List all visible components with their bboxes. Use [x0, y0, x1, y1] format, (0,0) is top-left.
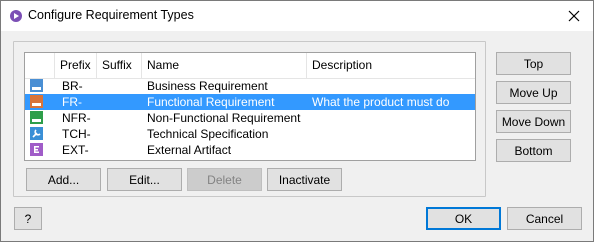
table-row-selected[interactable]: FR- Functional Requirement What the prod…: [25, 94, 475, 110]
external-artifact-icon: [30, 143, 43, 156]
title-bar: Configure Requirement Types: [1, 1, 593, 31]
business-requirement-icon: [30, 79, 43, 92]
row-description: What the product must do: [312, 95, 450, 109]
dialog-title: Configure Requirement Types: [28, 8, 194, 22]
close-icon[interactable]: [561, 3, 587, 29]
move-down-button[interactable]: Move Down: [496, 110, 571, 133]
requirement-types-list[interactable]: Prefix Suffix Name Description BR- Busin…: [24, 52, 476, 161]
add-button[interactable]: Add...: [26, 168, 101, 191]
row-name: Technical Specification: [147, 127, 269, 141]
column-header-icon[interactable]: [25, 53, 55, 78]
list-header: Prefix Suffix Name Description: [25, 53, 475, 79]
ok-button[interactable]: OK: [426, 207, 501, 230]
help-button[interactable]: ?: [14, 207, 42, 230]
column-header-name[interactable]: Name: [142, 53, 307, 78]
row-name: Functional Requirement: [147, 95, 275, 109]
technical-specification-icon: [30, 127, 43, 140]
row-prefix: EXT-: [62, 143, 89, 157]
column-header-suffix[interactable]: Suffix: [97, 53, 142, 78]
column-header-prefix[interactable]: Prefix: [55, 53, 97, 78]
table-row[interactable]: BR- Business Requirement: [25, 78, 475, 94]
row-prefix: TCH-: [62, 127, 91, 141]
row-prefix: NFR-: [62, 111, 91, 125]
dialog-window: Configure Requirement Types Prefix Suffi…: [0, 0, 594, 242]
column-header-description[interactable]: Description: [307, 53, 475, 78]
table-row[interactable]: NFR- Non-Functional Requirement: [25, 110, 475, 126]
table-row[interactable]: EXT- External Artifact: [25, 142, 475, 158]
move-up-button[interactable]: Move Up: [496, 81, 571, 104]
bottom-button[interactable]: Bottom: [496, 139, 571, 162]
inactivate-button[interactable]: Inactivate: [267, 168, 342, 191]
row-prefix: FR-: [62, 95, 82, 109]
cancel-button[interactable]: Cancel: [507, 207, 582, 230]
delete-button[interactable]: Delete: [187, 168, 262, 191]
row-name: External Artifact: [147, 143, 232, 157]
row-name: Non-Functional Requirement: [147, 111, 301, 125]
row-name: Business Requirement: [147, 79, 268, 93]
app-icon: [10, 10, 22, 22]
non-functional-requirement-icon: [30, 111, 43, 124]
table-row[interactable]: TCH- Technical Specification: [25, 126, 475, 142]
edit-button[interactable]: Edit...: [107, 168, 182, 191]
functional-requirement-icon: [30, 95, 43, 108]
row-prefix: BR-: [62, 79, 83, 93]
top-button[interactable]: Top: [496, 52, 571, 75]
